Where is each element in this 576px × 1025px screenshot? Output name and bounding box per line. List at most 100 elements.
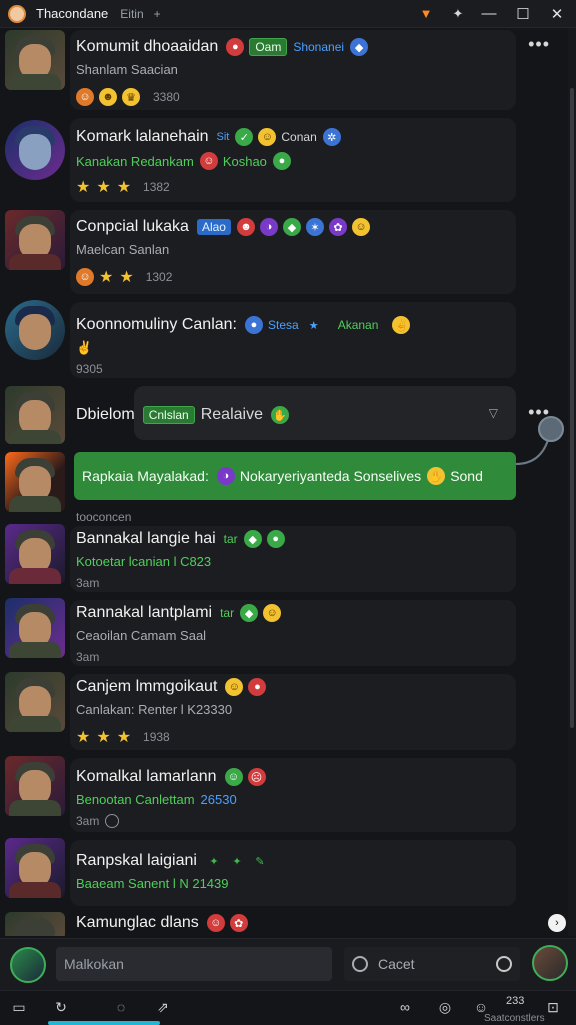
emoji-icon: ☺ — [263, 604, 282, 622]
tab-label[interactable]: Eitin — [120, 7, 143, 21]
list-item[interactable]: Kamunglac dlans ☺ ✿ — [0, 912, 568, 936]
avatar[interactable] — [5, 300, 65, 360]
avatar[interactable] — [5, 672, 65, 732]
status-icon: ● — [272, 152, 291, 170]
leaf-icon: ✎ — [255, 855, 265, 868]
scrollbar-thumb[interactable] — [570, 88, 574, 728]
title-bar: Thacondane Eitin + ▼ ✦ — ☐ ✕ — [0, 0, 576, 28]
user-avatar[interactable] — [10, 947, 46, 983]
avatar[interactable] — [5, 838, 65, 898]
shield-icon: ◆ — [282, 218, 301, 236]
flame-icon[interactable]: ▼ — [418, 6, 434, 22]
star-badge-icon: ✶ — [305, 218, 324, 236]
refresh-icon[interactable]: ↻ — [52, 998, 70, 1016]
status-text: Saatconstlers — [484, 1013, 545, 1024]
message-bubble[interactable]: Rapkaia Mayalakad: ◑ Nokaryeriyanteda So… — [74, 452, 516, 500]
emoji-icon: ✋ — [427, 467, 446, 485]
tag-label: Stesa — [268, 318, 299, 332]
avatar[interactable] — [5, 386, 65, 444]
list-item[interactable]: Koonnomuliny Canlan: ● Stesa ★ Akanan ✌ … — [0, 300, 568, 384]
reaction-icon: ☺ — [76, 88, 94, 106]
emoji-icon: ☺ — [199, 152, 218, 170]
contact-name: Canjem lmmgoikaut — [76, 678, 218, 695]
meta-count: 9305 — [76, 362, 103, 376]
count-label: 233 — [506, 995, 525, 1007]
list-item[interactable]: Ranpskal laigiani ✦ ✦ ✎ Baaeam Sanent l … — [0, 838, 568, 912]
list-item[interactable]: Komark lalanehain Sit ✓ ☺ Conan ✲ Kanaka… — [0, 116, 568, 208]
contact-name: Kamunglac dlans — [76, 914, 199, 931]
emoji-icon: ☻ — [236, 218, 255, 236]
list-item[interactable]: Bannakal langie hai tar ◆ ● Kotoetar lca… — [0, 524, 568, 598]
avatar[interactable] — [5, 598, 65, 658]
star-icon: ★ — [116, 729, 132, 746]
list-item[interactable]: Dbielom Cnlslan Realaive ✋ ▽ ••• — [0, 384, 568, 446]
emoji-icon: ✿ — [229, 914, 248, 932]
composer-bar: Cacet — [0, 938, 576, 991]
star-icon: ★ — [96, 729, 111, 746]
list-item[interactable]: Canjem lmmgoikaut ☺ ● Canlakan: Renter l… — [0, 672, 568, 756]
scroll-down-icon[interactable]: › — [548, 914, 566, 932]
search-field[interactable]: Cacet — [344, 947, 520, 981]
avatar[interactable] — [5, 452, 65, 512]
avatar[interactable] — [5, 120, 65, 180]
meta-count: 1382 — [143, 180, 170, 194]
active-tab-indicator — [48, 1021, 160, 1025]
gem-icon: ✦ — [232, 855, 242, 868]
crown-icon: ♛ — [122, 88, 140, 106]
more-options-icon[interactable]: ••• — [528, 34, 550, 55]
contact-name: Ranpskal laigiani — [76, 852, 197, 869]
tag-badge: Oam — [249, 38, 288, 56]
tag-label: tar — [223, 532, 238, 546]
close-button[interactable]: ✕ — [546, 3, 568, 25]
tag-badge: Cnlslan — [142, 406, 195, 424]
emoji-icon: ☹ — [247, 768, 266, 786]
tag-link[interactable]: Shonanei — [293, 40, 344, 54]
tag-badge: Alao — [196, 219, 231, 235]
subtitle: Shanlam Saacian — [76, 62, 178, 77]
contact-name: Rannakal lantplami — [76, 604, 213, 621]
list-item[interactable]: Komalkal lamarlann ☺ ☹ Benootan Canletta… — [0, 756, 568, 838]
subtitle-tag: Koshao — [222, 153, 267, 169]
status-icon: ● — [266, 530, 285, 548]
new-tab-icon[interactable]: + — [154, 7, 161, 21]
tools-icon[interactable]: ✦ — [450, 6, 466, 22]
alert-icon[interactable]: ◎ — [436, 998, 454, 1016]
subtitle: Kanakan Redankam — [76, 153, 194, 169]
list-item[interactable]: Rannakal lantplami tar ◆ ☺ Ceaoilan Cama… — [0, 598, 568, 672]
link-icon[interactable]: ∞ — [396, 998, 414, 1016]
message-input[interactable] — [56, 947, 332, 981]
avatar[interactable] — [5, 30, 65, 90]
emoji-icon: ◑ — [216, 467, 235, 485]
clock-icon[interactable] — [496, 956, 512, 972]
avatar[interactable] — [5, 210, 65, 270]
avatar[interactable] — [5, 912, 65, 936]
share-icon[interactable]: ⇗ — [154, 998, 172, 1016]
emoji-icon: ☺ — [351, 218, 370, 236]
subtitle: Benootan Canlettam — [76, 792, 195, 807]
scrollbar[interactable] — [568, 28, 576, 936]
tag-label: Akanan — [337, 318, 379, 332]
maximize-button[interactable]: ☐ — [512, 3, 534, 25]
minimize-button[interactable]: — — [478, 3, 500, 25]
file-icon[interactable]: ▭ — [10, 998, 28, 1016]
avatar[interactable] — [5, 524, 65, 584]
gem-icon: ✦ — [209, 855, 219, 868]
star-icon: ★ — [76, 729, 91, 746]
chevron-down-icon[interactable]: ▽ — [489, 406, 498, 420]
status-icon: ● — [248, 678, 267, 696]
subtitle: Baaeam Sanent l N 21439 — [76, 876, 229, 891]
app-logo-icon — [8, 4, 26, 23]
profile-avatar[interactable] — [532, 945, 568, 981]
emoji-icon: ✋ — [270, 406, 289, 424]
gem-icon: ◆ — [240, 604, 259, 622]
emoji-icon: ☺ — [225, 678, 244, 696]
message-icon[interactable]: ⊡ — [544, 998, 562, 1016]
relation-label: Realaive — [200, 406, 263, 423]
chat-icon[interactable]: ◌ — [112, 998, 130, 1016]
list-item[interactable]: Conpcial lukaka Alao ☻ ◑ ◆ ✶ ✿ ☺ Maelcan… — [0, 208, 568, 300]
star-icon: ★ — [76, 179, 91, 196]
reply-icon[interactable] — [538, 416, 564, 442]
avatar[interactable] — [5, 756, 65, 816]
message-tag: Sond — [450, 468, 483, 484]
list-item[interactable]: Komumit dhoaaidan ● Oam Shonanei ◆ Shanl… — [0, 28, 568, 116]
